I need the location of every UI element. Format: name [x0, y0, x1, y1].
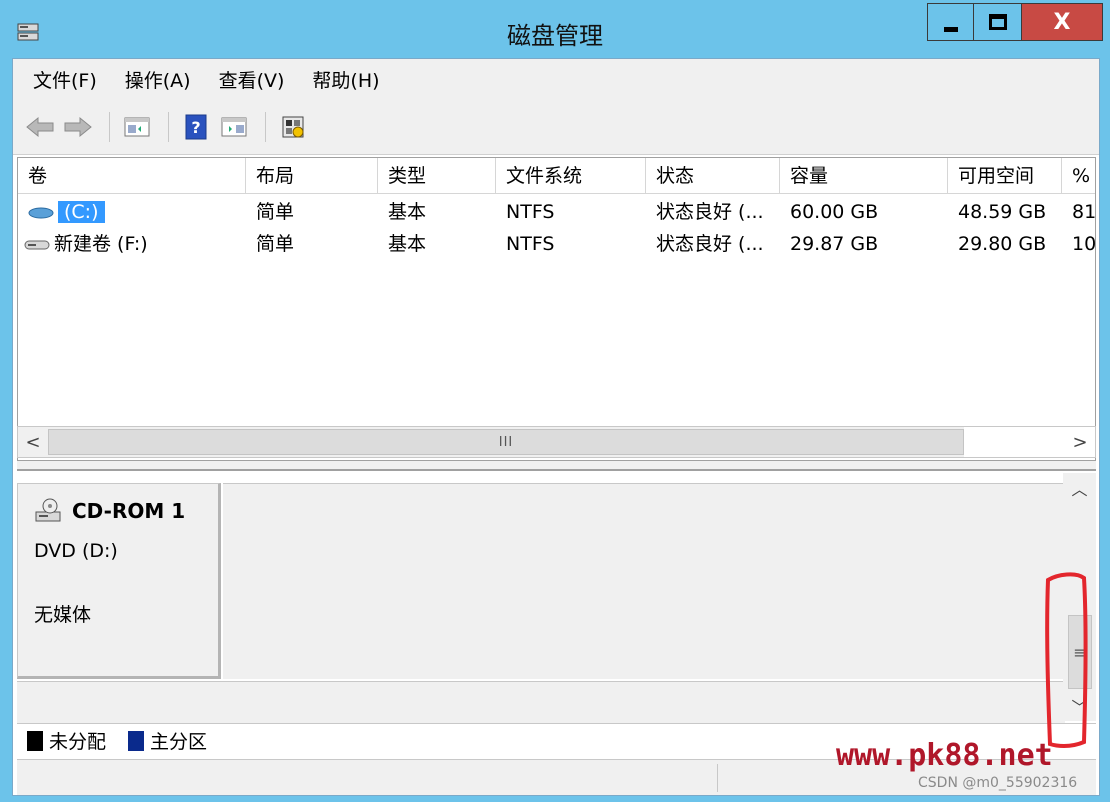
volume-name: 新建卷 (F:) — [54, 233, 148, 255]
free-space-cell: 48.59 GB — [958, 201, 1047, 223]
show-hide-action-pane-icon — [221, 117, 247, 136]
toolbar: ? — [13, 99, 1099, 155]
status-cell: 状态良好 (... — [656, 201, 764, 223]
show-hide-console-tree-icon — [124, 117, 150, 136]
chevron-up-icon: ︿ — [1071, 480, 1088, 499]
menu-help[interactable]: 帮助(H) — [312, 66, 379, 93]
red-annotation-outline — [1045, 572, 1088, 748]
column-header-percent-free[interactable]: % — [1062, 158, 1095, 194]
close-button[interactable]: X — [1022, 3, 1103, 41]
table-row[interactable]: 新建卷 (F:) 简单 基本 NTFS 状态良好 (... 29.87 GB 2… — [18, 228, 1095, 260]
back-icon — [26, 116, 54, 137]
disk-name: CD-ROM 1 — [34, 498, 185, 524]
menu-action[interactable]: 操作(A) — [125, 66, 191, 93]
column-header-status[interactable]: 状态 — [646, 158, 780, 194]
column-header-free-space[interactable]: 可用空间 — [948, 158, 1062, 194]
minimize-button[interactable] — [927, 3, 974, 41]
volume-list-header: 卷 布局 类型 文件系统 状态 容量 可用空间 % — [18, 158, 1095, 194]
maximize-button[interactable] — [974, 3, 1022, 41]
table-row[interactable]: (C:) 简单 基本 NTFS 状态良好 (... 60.00 GB 48.59… — [18, 196, 1095, 228]
client-area: 文件(F) 操作(A) 查看(V) 帮助(H) ? 卷 布局 类型 文件系统 状… — [12, 58, 1100, 796]
help-button[interactable]: ? — [179, 110, 213, 144]
volume-cell: 新建卷 (F:) — [18, 228, 246, 260]
maximize-icon — [988, 14, 1007, 30]
menu-view[interactable]: 查看(V) — [219, 66, 285, 93]
volume-name: (C:) — [58, 201, 105, 223]
column-header-volume[interactable]: 卷 — [18, 158, 246, 194]
volume-list-horizontal-scrollbar[interactable]: < III > — [17, 426, 1096, 458]
title-bar[interactable]: 磁盘管理 X — [0, 0, 1110, 58]
column-header-capacity[interactable]: 容量 — [780, 158, 948, 194]
legend-label-unallocated: 未分配 — [49, 731, 107, 753]
scroll-up-button[interactable]: ︿ — [1063, 473, 1096, 503]
forward-button[interactable] — [61, 110, 95, 144]
type-cell: 基本 — [388, 201, 427, 223]
scroll-grip: III — [498, 434, 514, 450]
volume-list: 卷 布局 类型 文件系统 状态 容量 可用空间 % (C:) 简单 基本 NTF… — [17, 157, 1096, 461]
watermark-credit: CSDN @m0_55902316 — [918, 775, 1078, 791]
forward-icon — [64, 116, 92, 137]
minimize-icon — [943, 26, 958, 32]
show-hide-console-tree-button[interactable] — [120, 110, 154, 144]
disk-device: DVD (D:) — [34, 540, 118, 562]
properties-button[interactable] — [276, 110, 310, 144]
cdrom-drive-icon — [35, 498, 61, 522]
percent-free-cell: 10( — [1072, 233, 1096, 255]
legend-label-primary: 主分区 — [150, 731, 208, 753]
watermark-site: www.pk88.net — [836, 738, 1053, 773]
help-icon: ? — [185, 114, 207, 139]
filesystem-cell: NTFS — [506, 233, 555, 255]
capacity-cell: 29.87 GB — [790, 233, 879, 255]
menu-bar: 文件(F) 操作(A) 查看(V) 帮助(H) — [13, 59, 1099, 99]
layout-cell: 简单 — [256, 201, 295, 223]
scroll-left-button[interactable]: < — [18, 427, 48, 457]
horizontal-scroll-thumb[interactable]: III — [48, 429, 964, 455]
layout-cell: 简单 — [256, 233, 295, 255]
disk-partition-area[interactable] — [223, 483, 1065, 679]
svg-text:?: ? — [191, 118, 200, 137]
volume-drive-icon — [24, 240, 50, 249]
back-button[interactable] — [23, 110, 57, 144]
volume-drive-icon — [28, 207, 54, 218]
disk-media-status: 无媒体 — [34, 604, 92, 626]
disk-name-label: CD-ROM 1 — [72, 499, 186, 523]
type-cell: 基本 — [388, 233, 427, 255]
status-bar-separator — [717, 764, 718, 792]
disk-management-window: 磁盘管理 X 文件(F) 操作(A) 查看(V) 帮助(H) ? 卷 布局 类型… — [0, 0, 1110, 802]
toolbar-separator — [109, 111, 110, 142]
column-header-filesystem[interactable]: 文件系统 — [496, 158, 646, 194]
filesystem-cell: NTFS — [506, 201, 555, 223]
horizontal-scroll-track[interactable] — [964, 427, 1065, 457]
disk-row-blank — [17, 681, 1065, 723]
status-cell: 状态良好 (... — [656, 233, 764, 255]
chevron-left-icon: < — [25, 431, 41, 453]
scroll-right-button[interactable]: > — [1065, 427, 1095, 457]
legend-swatch-unallocated — [27, 730, 43, 751]
legend-swatch-primary — [128, 730, 145, 751]
disk-label-panel[interactable]: CD-ROM 1 DVD (D:) 无媒体 — [17, 483, 221, 679]
column-header-layout[interactable]: 布局 — [246, 158, 378, 194]
percent-free-cell: 81 — [1072, 201, 1096, 223]
toolbar-separator — [168, 111, 169, 142]
show-hide-action-pane-button[interactable] — [217, 110, 251, 144]
toolbar-separator — [265, 111, 266, 142]
chevron-right-icon: > — [1072, 431, 1088, 453]
column-header-type[interactable]: 类型 — [378, 158, 496, 194]
capacity-cell: 60.00 GB — [790, 201, 879, 223]
properties-icon — [282, 116, 304, 137]
free-space-cell: 29.80 GB — [958, 233, 1047, 255]
pane-splitter[interactable] — [17, 461, 1096, 471]
volume-cell: (C:) — [18, 196, 246, 228]
menu-file[interactable]: 文件(F) — [33, 66, 97, 93]
